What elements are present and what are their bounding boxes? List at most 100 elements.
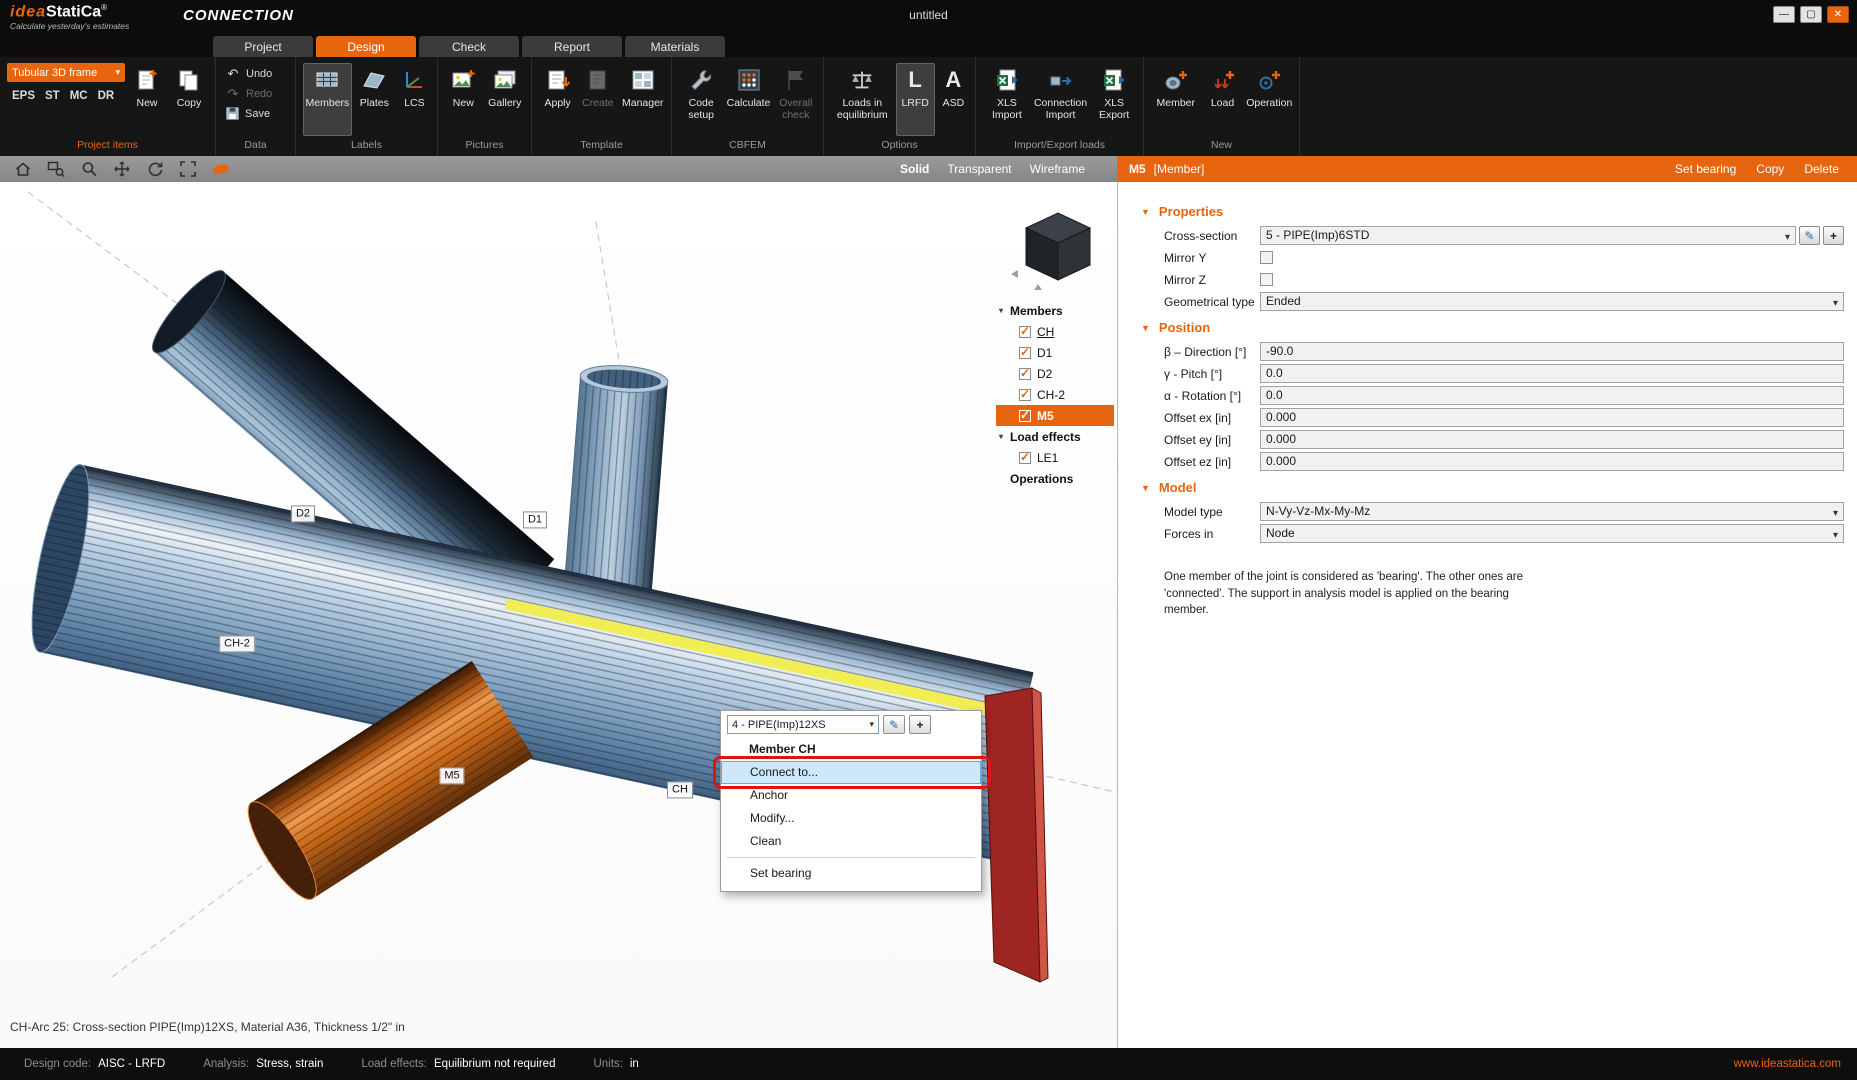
member-label-d2: D2 <box>291 505 315 522</box>
template-create-button[interactable]: Create <box>578 63 617 136</box>
offset-ez-input[interactable]: 0.000 <box>1260 452 1844 471</box>
home-view-button[interactable] <box>10 158 36 180</box>
new-project-item-button[interactable]: New <box>127 63 167 136</box>
save-button[interactable]: Save <box>223 105 290 122</box>
zoom-fit-button[interactable] <box>175 158 201 180</box>
tree-members-header[interactable]: ▾ Members <box>996 300 1114 321</box>
set-bearing-button[interactable]: Set bearing <box>1675 162 1736 176</box>
tree-item-m5[interactable]: M5 <box>996 405 1114 426</box>
asd-button[interactable]: A ASD <box>937 63 970 136</box>
model-type-select[interactable]: N-Vy-Vz-Mx-My-Mz <box>1260 502 1844 521</box>
delete-member-button[interactable]: Delete <box>1804 162 1839 176</box>
eps-button[interactable]: EPS <box>9 88 38 104</box>
xls-import-button[interactable]: XLS Import <box>983 63 1031 136</box>
tab-check[interactable]: Check <box>419 36 519 57</box>
mc-button[interactable]: MC <box>67 88 91 104</box>
lrfd-button[interactable]: L LRFD <box>896 63 935 136</box>
pitch-input[interactable]: 0.0 <box>1260 364 1844 383</box>
dr-button[interactable]: DR <box>95 88 118 104</box>
member-cross-section-dropdown[interactable]: 4 - PIPE(Imp)12XS ▾ <box>727 715 879 734</box>
checkbox[interactable] <box>1019 452 1031 464</box>
copy-member-button[interactable]: Copy <box>1756 162 1784 176</box>
analysis-label: Analysis: <box>203 1058 249 1070</box>
rotation-input[interactable]: 0.0 <box>1260 386 1844 405</box>
checkbox[interactable] <box>1019 347 1031 359</box>
view-mode-wireframe[interactable]: Wireframe <box>1030 162 1085 176</box>
minimize-button[interactable]: — <box>1773 6 1795 23</box>
tab-report[interactable]: Report <box>522 36 622 57</box>
menu-item-anchor[interactable]: Anchor <box>721 784 981 807</box>
tree-item-le1[interactable]: LE1 <box>996 447 1114 468</box>
xls-export-button[interactable]: XLS Export <box>1090 63 1138 136</box>
edit-cross-section-button[interactable]: ✎ <box>883 715 905 734</box>
mirror-z-checkbox[interactable] <box>1260 273 1273 286</box>
checkbox[interactable] <box>1019 368 1031 380</box>
pan-button[interactable] <box>109 158 135 180</box>
section-position[interactable]: ▼ Position <box>1141 320 1857 335</box>
tab-project[interactable]: Project <box>213 36 313 57</box>
offset-ey-input[interactable]: 0.000 <box>1260 430 1844 449</box>
frame-template-dropdown[interactable]: Tubular 3D frame ▾ <box>7 63 125 82</box>
geometrical-type-select[interactable]: Ended <box>1260 292 1844 311</box>
edit-cross-section-button[interactable]: ✎ <box>1799 226 1820 245</box>
mirror-y-checkbox[interactable] <box>1260 251 1273 264</box>
section-model[interactable]: ▼ Model <box>1141 480 1857 495</box>
st-button[interactable]: ST <box>42 88 63 104</box>
labels-plates-button[interactable]: Plates <box>354 63 395 136</box>
tab-materials[interactable]: Materials <box>625 36 725 57</box>
3d-viewport[interactable]: D2 D1 CH-2 M5 CH ▾ Members <box>0 182 1117 1048</box>
tree-item-ch2[interactable]: CH-2 <box>996 384 1114 405</box>
magnifier-icon <box>80 160 98 178</box>
connection-import-button[interactable]: Connection Import <box>1033 63 1088 136</box>
tree-item-d1[interactable]: D1 <box>996 342 1114 363</box>
new-load-button[interactable]: Load <box>1203 63 1243 136</box>
menu-item-connect-to[interactable]: Connect to... <box>721 761 981 784</box>
section-properties[interactable]: ▼ Properties <box>1141 204 1857 219</box>
offset-ex-input[interactable]: 0.000 <box>1260 408 1844 427</box>
code-setup-button[interactable]: Code setup <box>679 63 723 136</box>
end-plate <box>985 688 1048 982</box>
menu-item-clean[interactable]: Clean <box>721 830 981 853</box>
menu-item-modify[interactable]: Modify... <box>721 807 981 830</box>
forces-in-select[interactable]: Node <box>1260 524 1844 543</box>
undo-button[interactable]: ↶Undo <box>223 65 290 82</box>
pan-icon <box>113 160 131 178</box>
menu-item-set-bearing[interactable]: Set bearing <box>721 862 981 885</box>
navigation-cube[interactable] <box>1008 204 1104 290</box>
close-button[interactable]: ✕ <box>1827 6 1849 23</box>
new-operation-button[interactable]: Operation <box>1245 63 1295 136</box>
template-apply-button[interactable]: Apply <box>539 63 576 136</box>
labels-members-button[interactable]: Members <box>303 63 352 136</box>
calculate-button[interactable]: Calculate <box>725 63 771 136</box>
maximize-button[interactable]: ▢ <box>1800 6 1822 23</box>
tab-design[interactable]: Design <box>316 36 416 57</box>
checkbox[interactable] <box>1019 326 1031 338</box>
paint-mode-button[interactable] <box>208 158 234 180</box>
add-cross-section-button[interactable]: + <box>909 715 931 734</box>
view-mode-solid[interactable]: Solid <box>900 162 929 176</box>
tree-load-effects-header[interactable]: ▾ Load effects <box>996 426 1114 447</box>
rotate-view-button[interactable] <box>142 158 168 180</box>
add-cross-section-button[interactable]: + <box>1823 226 1844 245</box>
checkbox[interactable] <box>1019 410 1031 422</box>
tree-item-ch[interactable]: CH <box>996 321 1114 342</box>
new-member-button[interactable]: Member <box>1151 63 1201 136</box>
tree-operations-header[interactable]: Operations <box>996 468 1114 489</box>
zoom-window-button[interactable] <box>43 158 69 180</box>
checkbox[interactable] <box>1019 389 1031 401</box>
website-link[interactable]: www.ideastatica.com <box>1734 1058 1857 1070</box>
direction-input[interactable]: -90.0 <box>1260 342 1844 361</box>
redo-button[interactable]: ↷Redo <box>223 85 290 102</box>
copy-project-item-button[interactable]: Copy <box>169 63 209 136</box>
cross-section-select[interactable]: 5 - PIPE(Imp)6STD <box>1260 226 1796 245</box>
labels-lcs-button[interactable]: LCS <box>397 63 432 136</box>
picture-new-button[interactable]: New <box>445 63 482 136</box>
picture-gallery-button[interactable]: Gallery <box>484 63 526 136</box>
loads-in-equilibrium-button[interactable]: Loads in equilibrium <box>831 63 894 136</box>
overall-check-button[interactable]: Overall check <box>774 63 818 136</box>
zoom-button[interactable] <box>76 158 102 180</box>
view-mode-transparent[interactable]: Transparent <box>947 162 1011 176</box>
tree-item-d2[interactable]: D2 <box>996 363 1114 384</box>
view-toolbar: Solid Transparent Wireframe <box>0 156 1117 182</box>
template-manager-button[interactable]: Manager <box>619 63 666 136</box>
